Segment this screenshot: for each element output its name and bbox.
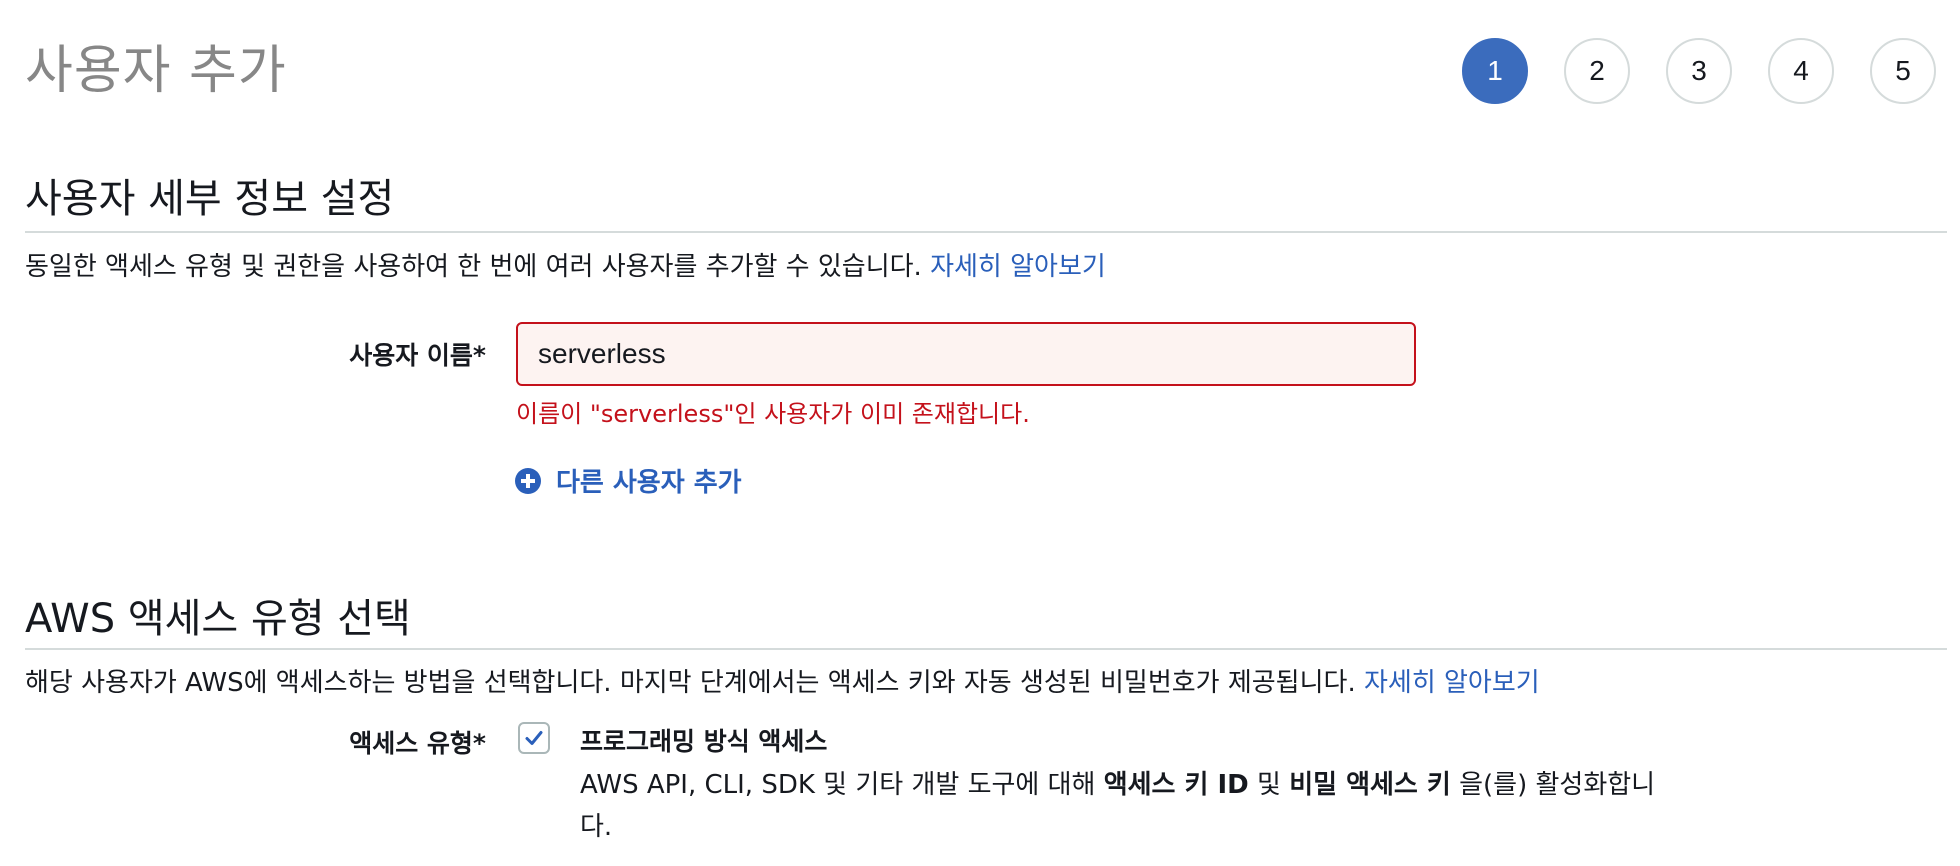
option-desc-secret-key: 비밀 액세스 키 xyxy=(1289,770,1451,800)
option-desc-access-key-id: 액세스 키 ID xyxy=(1103,770,1249,800)
user-details-description-text: 동일한 액세스 유형 및 권한을 사용하여 한 번에 여러 사용자를 추가할 수… xyxy=(25,252,931,282)
learn-more-link[interactable]: 자세히 알아보기 xyxy=(1364,668,1540,698)
user-details-description: 동일한 액세스 유형 및 권한을 사용하여 한 번에 여러 사용자를 추가할 수… xyxy=(25,246,1106,283)
option-desc-text: 및 xyxy=(1248,770,1290,800)
wizard-steps: 1 2 3 4 5 xyxy=(1462,38,1936,104)
programmatic-access-checkbox[interactable] xyxy=(518,722,550,754)
access-type-description-text: 해당 사용자가 AWS에 액세스하는 방법을 선택합니다. 마지막 단계에서는 … xyxy=(25,668,1364,698)
access-type-label: 액세스 유형* xyxy=(349,729,486,758)
username-input[interactable] xyxy=(516,322,1416,386)
plus-circle-icon xyxy=(515,467,541,494)
user-details-title: 사용자 세부 정보 설정 xyxy=(25,176,395,222)
checkmark-icon xyxy=(525,731,543,745)
step-2[interactable]: 2 xyxy=(1564,38,1630,104)
section-divider xyxy=(25,231,1947,233)
step-4[interactable]: 4 xyxy=(1768,38,1834,104)
section-divider xyxy=(25,648,1947,650)
access-type-description: 해당 사용자가 AWS에 액세스하는 방법을 선택합니다. 마지막 단계에서는 … xyxy=(25,662,1540,699)
step-5[interactable]: 5 xyxy=(1870,38,1936,104)
programmatic-access-description: AWS API, CLI, SDK 및 기타 개발 도구에 대해 액세스 키 I… xyxy=(580,764,1670,848)
username-error: 이름이 "serverless"인 사용자가 이미 존재합니다. xyxy=(516,400,1030,428)
option-desc-text: AWS API, CLI, SDK 및 기타 개발 도구에 대해 xyxy=(580,770,1104,800)
learn-more-link[interactable]: 자세히 알아보기 xyxy=(930,252,1106,282)
access-type-title: AWS 액세스 유형 선택 xyxy=(25,596,411,642)
add-another-user-button[interactable]: 다른 사용자 추가 xyxy=(514,462,742,499)
programmatic-access-title: 프로그래밍 방식 액세스 xyxy=(580,727,828,756)
add-another-user-label: 다른 사용자 추가 xyxy=(556,468,742,498)
step-1[interactable]: 1 xyxy=(1462,38,1528,104)
username-label: 사용자 이름* xyxy=(349,341,486,370)
step-3[interactable]: 3 xyxy=(1666,38,1732,104)
page-title: 사용자 추가 xyxy=(25,41,287,101)
